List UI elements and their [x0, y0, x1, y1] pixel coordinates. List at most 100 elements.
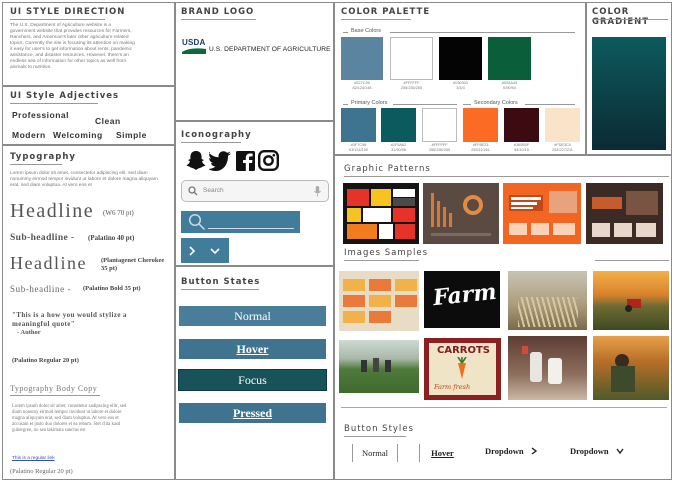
twitter-icon[interactable] [209, 151, 233, 171]
swatch-base-3 [439, 37, 482, 80]
style-dropdown-down[interactable]: Dropdown [570, 446, 624, 456]
pattern-thumb-1[interactable] [343, 183, 419, 244]
style-button-hover-label: Hover [431, 448, 454, 458]
style-button-normal-label: Normal [362, 448, 388, 458]
style-button-hover[interactable]: Hover [419, 444, 465, 462]
style-direction-title: UI STYLE DIRECTION [10, 7, 126, 17]
microphone-icon[interactable] [314, 186, 321, 197]
image-sample-1[interactable] [339, 271, 419, 331]
images-samples-title: Images Samples [344, 248, 429, 258]
quote-author: - Author [17, 329, 41, 336]
adjective-clean: Clean [95, 116, 121, 126]
color-gradient-title: COLOR GRADIENT [592, 7, 650, 27]
adjective-modern: Modern [12, 130, 46, 140]
search-icon [188, 186, 198, 196]
subheadline-note-1: (Palatino 40 pt) [88, 234, 135, 242]
swatch-primary-2 [381, 108, 416, 142]
swatch-primary-3-code: #FFFFFF 255/255/255 [428, 143, 451, 152]
color-gradient-panel: COLOR GRADIENT [586, 2, 672, 155]
search-placeholder: Search [203, 187, 224, 194]
image-sample-farmer[interactable] [593, 336, 669, 400]
headline-note-1: (W6 70 pt) [103, 209, 134, 217]
chevron-right-icon [531, 447, 537, 455]
iconography-panel: Iconography Search [175, 121, 334, 266]
headline-sample-2: Headline [10, 253, 87, 273]
swatch-secondary-2 [504, 108, 539, 142]
button-styles-title: Button Styles [344, 424, 414, 434]
button-states-title: Button States [181, 277, 261, 287]
farm-sign-text: Farm [431, 278, 498, 312]
iconography-title: Iconography [181, 130, 252, 140]
adjective-welcoming: Welcoming [53, 130, 103, 140]
instagram-icon[interactable] [258, 150, 279, 171]
usda-logo-swoosh [182, 48, 206, 54]
facebook-icon[interactable] [236, 151, 255, 171]
image-sample-milk[interactable] [508, 336, 587, 400]
brand-logo-title: BRAND LOGO [181, 7, 255, 17]
image-sample-farm[interactable]: Farm [424, 271, 500, 328]
typography-lorem: Lorem ipsum dolor sit amet, consectetur … [10, 171, 158, 188]
secondary-colors-label: Secondary Colors [474, 100, 518, 106]
base-colors-label: Base Colors [351, 28, 381, 34]
subheadline-sample-2: Sub-headline - [10, 284, 72, 294]
body-copy-text: Lorem ipsum dolor sit amet, consetetur s… [12, 404, 127, 433]
snapchat-icon[interactable] [186, 150, 206, 171]
gradient-swatch [592, 37, 666, 150]
carrots-sign-text: CARROTS [437, 345, 491, 356]
swatch-secondary-1 [463, 108, 498, 142]
swatch-secondary-1-code: #FF6E23 255/110/61 [471, 143, 490, 152]
pattern-thumb-2[interactable] [423, 183, 499, 244]
button-focus[interactable]: Focus [178, 369, 327, 391]
button-normal[interactable]: Normal [179, 306, 326, 326]
style-direction-text: The U.S. Department of Agriculture websi… [10, 23, 135, 70]
adjectives-title: UI Style Adjectives [10, 91, 120, 101]
usda-logo: USDA [182, 38, 206, 54]
subheadline-note-2: (Palatino Bold 35 pt) [83, 285, 141, 292]
style-direction-panel: UI STYLE DIRECTION The U.S. Department o… [2, 2, 175, 86]
pattern-thumb-3[interactable] [503, 183, 581, 244]
headline-note-2: (Plantagenet Cherokee 35 pt) [101, 257, 165, 272]
color-palette-panel: COLOR PALETTE Base Colors #527C96 82/124/… [334, 2, 586, 155]
search-bar-blue[interactable] [181, 211, 300, 233]
carrots-sign-sub: Farm fresh [434, 383, 471, 391]
quote-note: (Palatino Regular 20 pt) [12, 357, 79, 364]
search-icon [188, 213, 206, 231]
chevron-down-icon [616, 448, 624, 454]
typography-title: Typography [10, 152, 76, 162]
pattern-thumb-4[interactable] [586, 183, 663, 244]
primary-colors-label: Primary Colors [351, 100, 388, 106]
swatch-primary-1 [341, 108, 376, 142]
image-sample-field[interactable] [339, 340, 419, 393]
image-sample-tractor[interactable] [593, 271, 669, 330]
chevron-down-icon [210, 248, 220, 255]
swatch-base-3-code: #030303 3/3/3 [453, 81, 468, 90]
style-dropdown-right-label: Dropdown [485, 446, 524, 456]
dropdown-arrow-button[interactable] [181, 238, 229, 263]
headline-sample-1: Headline [10, 200, 95, 222]
swatch-primary-2-code: #1F5A62 31/90/98 [390, 143, 407, 152]
swatch-secondary-3 [545, 108, 580, 142]
graphic-patterns-title: Graphic Patterns [344, 164, 431, 174]
swatch-base-1 [341, 37, 383, 80]
usda-logo-text: U.S. DEPARTMENT OF AGRICULTURE [209, 46, 331, 53]
carrot-icon [457, 357, 467, 379]
body-copy-note: (Palatino Regular 20 pt) [10, 468, 73, 475]
image-sample-carrots[interactable]: CARROTS Farm fresh [424, 338, 501, 400]
brand-logo-panel: BRAND LOGO USDA U.S. DEPARTMENT OF AGRIC… [175, 2, 334, 121]
regular-link[interactable]: This is a regular link [12, 456, 55, 461]
swatch-base-1-code: #527C96 82/124/148 [352, 81, 372, 90]
adjectives-panel: UI Style Adjectives Professional Clean M… [2, 86, 175, 145]
search-field[interactable]: Search [181, 180, 329, 202]
style-button-normal[interactable]: Normal [352, 444, 398, 462]
style-dropdown-down-label: Dropdown [570, 446, 609, 456]
swatch-secondary-2-code: #360B0F 54/10/15 [513, 143, 530, 152]
color-palette-title: COLOR PALETTE [341, 7, 431, 17]
style-dropdown-right[interactable]: Dropdown [485, 446, 537, 456]
button-hover[interactable]: Hover [179, 339, 326, 359]
chevron-right-icon [189, 246, 196, 256]
image-sample-wheat[interactable] [508, 271, 587, 330]
swatch-base-4-code: #005A43 0/90/64 [501, 81, 518, 90]
swatch-primary-1-code: #3F7C96 63/124/150 [348, 143, 368, 152]
button-pressed[interactable]: Pressed [179, 403, 326, 423]
typography-panel: Typography Lorem ipsum dolor sit amet, c… [2, 145, 175, 480]
